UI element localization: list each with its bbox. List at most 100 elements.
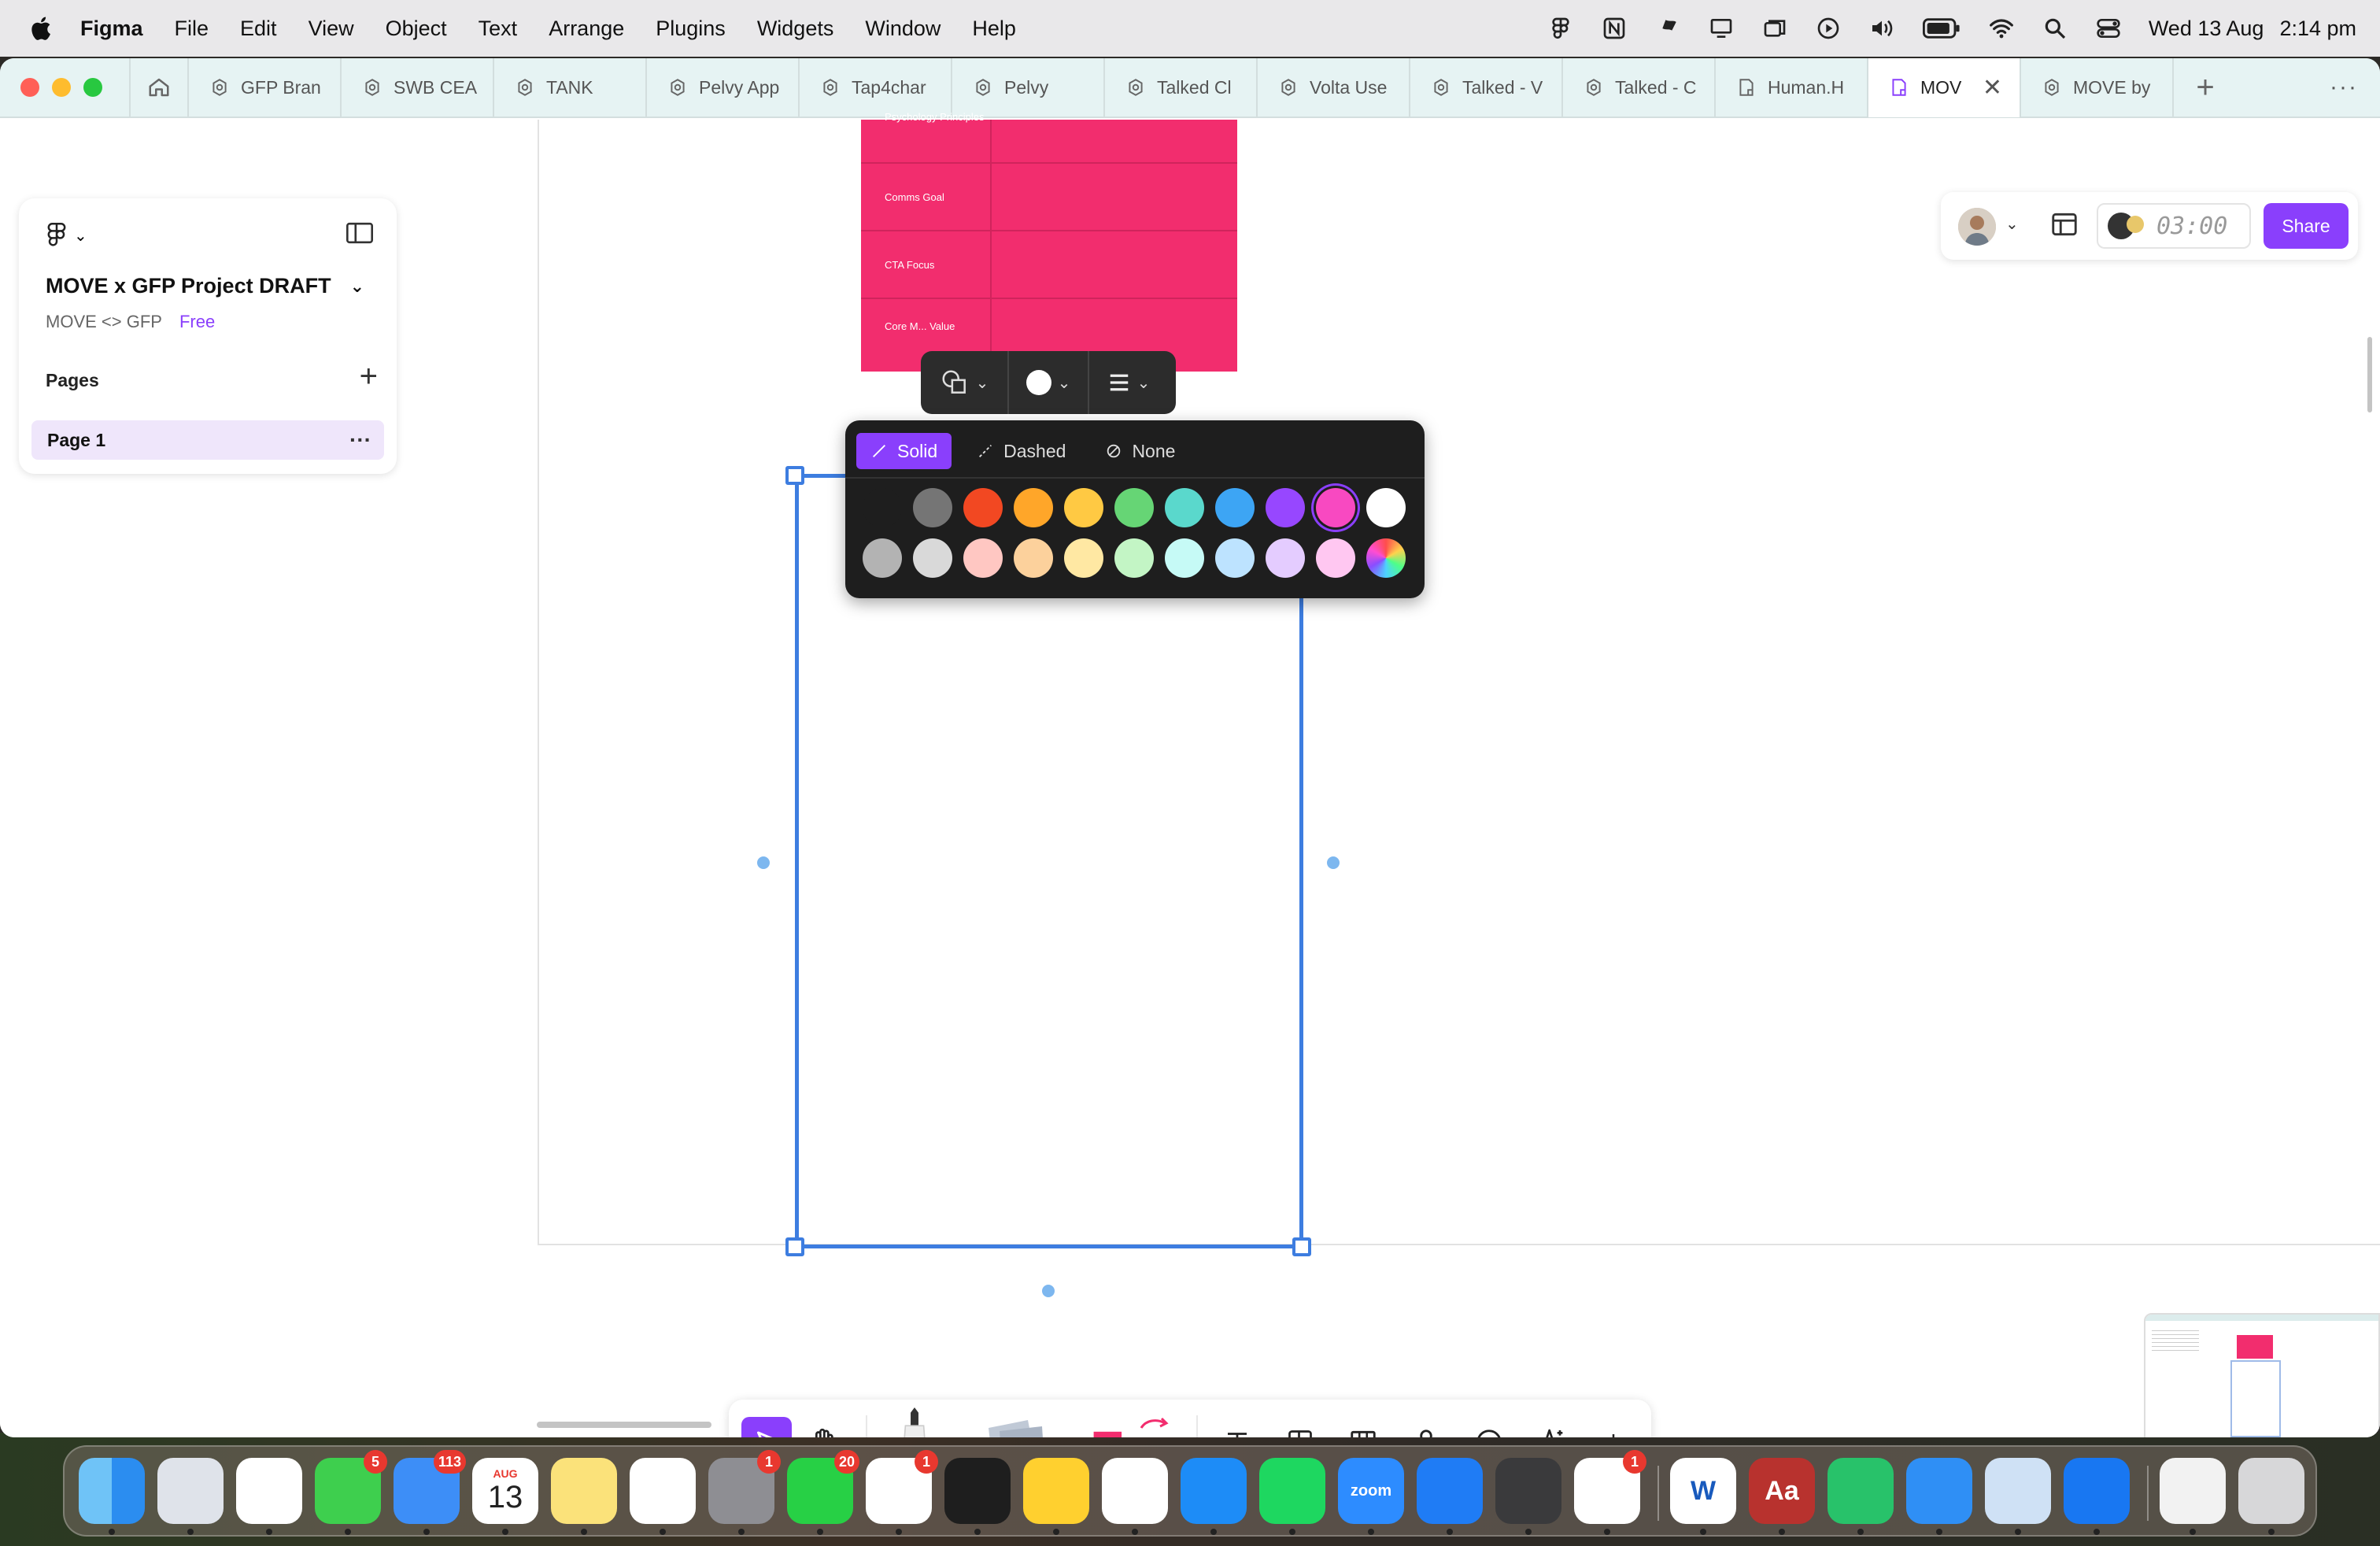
menu-file[interactable]: File <box>175 17 209 41</box>
file-tab[interactable]: Human.H <box>1716 58 1868 117</box>
vertical-scrollbar[interactable] <box>2367 337 2372 412</box>
resize-handle[interactable] <box>785 466 804 485</box>
close-tab-icon[interactable]: ✕ <box>1983 74 2002 102</box>
file-tab[interactable]: MOVE by <box>2021 58 2174 117</box>
flag-status-icon[interactable] <box>1654 15 1681 42</box>
menu-help[interactable]: Help <box>972 17 1016 41</box>
color-swatch[interactable] <box>1114 488 1154 527</box>
volume-icon[interactable] <box>1868 15 1895 42</box>
project-name[interactable]: MOVE <> GFP <box>46 312 162 332</box>
page-item[interactable]: Page 1 ··· <box>31 420 384 460</box>
file-tab[interactable]: MOV ✕ <box>1868 58 2021 117</box>
menu-object[interactable]: Object <box>386 17 447 41</box>
file-title-button[interactable]: MOVE x GFP Project DRAFT ⌄ <box>46 274 364 298</box>
color-swatch[interactable] <box>1165 538 1204 578</box>
windows-icon[interactable] <box>1761 15 1788 42</box>
search-icon[interactable] <box>2042 15 2068 42</box>
dock-dictionary-icon[interactable]: Aa <box>1749 1458 1815 1535</box>
new-tab-button[interactable]: + <box>2174 70 2237 105</box>
menu-text[interactable]: Text <box>479 17 518 41</box>
dock-reminders-icon[interactable]: 1 <box>1574 1450 1646 1535</box>
menu-app-name[interactable]: Figma <box>80 17 143 41</box>
dock-find-my-icon[interactable] <box>1828 1458 1894 1535</box>
layout-button[interactable] <box>2049 209 2079 243</box>
pink-table[interactable]: Psychology Principles Comms Goal CTA Foc… <box>861 111 1237 372</box>
dock-slack-icon[interactable]: 1 <box>866 1450 938 1535</box>
color-swatch[interactable] <box>1014 538 1053 578</box>
toggle-sidebar-button[interactable] <box>346 222 373 248</box>
menu-clock[interactable]: Wed 13 Aug 2:14 pm <box>2149 17 2356 41</box>
connector-dot[interactable] <box>757 856 770 869</box>
color-swatch[interactable] <box>1064 538 1103 578</box>
menu-view[interactable]: View <box>309 17 354 41</box>
color-swatch[interactable] <box>913 538 952 578</box>
hand-tool-button[interactable] <box>800 1420 844 1437</box>
page-options-button[interactable]: ··· <box>349 427 371 453</box>
menu-widgets[interactable]: Widgets <box>757 17 834 41</box>
shape-tool-button[interactable] <box>1089 1418 1133 1437</box>
section-tool-button[interactable] <box>1278 1420 1322 1437</box>
shape-type-button[interactable]: ⌄ <box>921 351 1007 414</box>
file-tab[interactable]: Pelvy App <box>647 58 800 117</box>
connector-dot[interactable] <box>1042 1285 1055 1297</box>
plan-badge[interactable]: Free <box>179 312 215 332</box>
stroke-solid-tab[interactable]: Solid <box>856 433 952 469</box>
dock-screen-app-icon[interactable] <box>2064 1458 2130 1535</box>
color-swatch[interactable] <box>963 488 1003 527</box>
dock-notion-icon[interactable] <box>630 1458 696 1535</box>
ai-tools-button[interactable] <box>1530 1420 1574 1437</box>
dock-launchpad-icon[interactable] <box>157 1458 224 1535</box>
share-button[interactable]: Share <box>2264 203 2349 249</box>
dock-bluetooth-icon[interactable] <box>1417 1458 1483 1535</box>
color-swatch[interactable] <box>1316 538 1355 578</box>
table-tool-button[interactable] <box>1341 1420 1385 1437</box>
add-page-button[interactable]: + <box>360 361 378 392</box>
dock-photos-icon[interactable] <box>1102 1458 1168 1535</box>
connector-tool-button[interactable] <box>1133 1412 1177 1437</box>
dock-calendar-icon[interactable]: AUG 13 <box>472 1458 538 1535</box>
dock-messages-icon[interactable]: 5 <box>315 1450 387 1535</box>
color-swatch[interactable] <box>1316 488 1355 527</box>
stroke-none-tab[interactable]: None <box>1091 433 1189 469</box>
notion-status-icon[interactable] <box>1601 15 1628 42</box>
color-swatch[interactable] <box>1366 488 1406 527</box>
connector-dot[interactable] <box>1327 856 1340 869</box>
dock-notes-icon[interactable] <box>551 1458 617 1535</box>
minimize-window-button[interactable] <box>52 78 71 97</box>
file-tab[interactable]: Talked Cl <box>1105 58 1258 117</box>
minimap[interactable] <box>2144 1313 2380 1437</box>
color-swatch[interactable] <box>863 488 902 527</box>
dock-safari-icon[interactable] <box>1906 1458 1972 1535</box>
color-swatch[interactable] <box>1215 538 1255 578</box>
menu-arrange[interactable]: Arrange <box>549 17 624 41</box>
dock-finder-icon[interactable] <box>79 1458 145 1535</box>
apple-icon[interactable] <box>27 13 54 43</box>
color-swatch[interactable] <box>1064 488 1103 527</box>
canvas[interactable]: Psychology Principles Comms Goal CTA Foc… <box>0 111 2380 1437</box>
sticky-note-button[interactable] <box>973 1409 1059 1437</box>
color-swatch[interactable] <box>1114 538 1154 578</box>
resize-handle[interactable] <box>1292 1237 1311 1256</box>
home-tab[interactable] <box>129 58 189 117</box>
file-tab[interactable]: Tap4char <box>800 58 952 117</box>
file-tab[interactable]: Talked - V <box>1410 58 1563 117</box>
file-tab[interactable]: TANK <box>494 58 647 117</box>
custom-color-swatch[interactable] <box>1366 538 1406 578</box>
comment-tool-button[interactable] <box>1467 1420 1511 1437</box>
play-icon[interactable] <box>1815 15 1842 42</box>
dock-figma-icon[interactable] <box>944 1458 1011 1535</box>
fill-color-button[interactable]: ⌄ <box>1009 351 1088 414</box>
color-swatch[interactable] <box>1266 538 1305 578</box>
dock-app-store-icon[interactable] <box>1181 1458 1247 1535</box>
dock-calculator-icon[interactable] <box>1495 1458 1561 1535</box>
more-tools-button[interactable] <box>1591 1420 1635 1437</box>
file-tab[interactable]: GFP Bran <box>189 58 342 117</box>
color-swatch[interactable] <box>1165 488 1204 527</box>
move-tool-button[interactable] <box>741 1417 792 1437</box>
color-swatch[interactable] <box>1014 488 1053 527</box>
dock-documents-icon[interactable] <box>2160 1458 2226 1535</box>
stroke-dashed-tab[interactable]: Dashed <box>963 433 1080 469</box>
battery-icon[interactable] <box>1922 15 1961 42</box>
close-window-button[interactable] <box>20 78 39 97</box>
file-tab[interactable]: Talked - C <box>1563 58 1716 117</box>
